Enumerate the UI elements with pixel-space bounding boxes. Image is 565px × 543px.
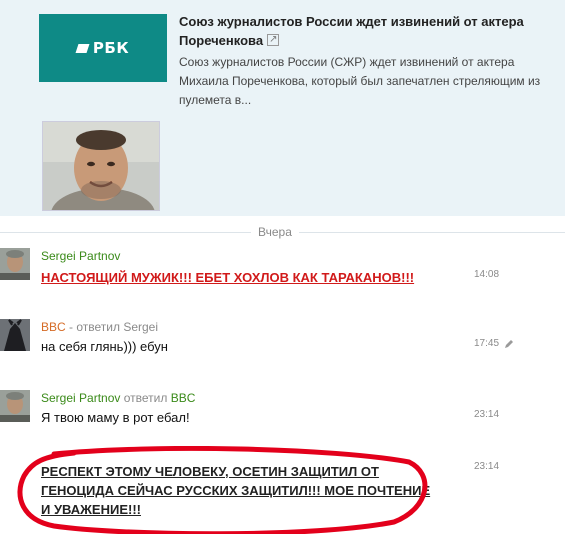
avatar-image [0, 248, 30, 280]
shared-link-card: РБК Союз журналистов России ждет извинен… [0, 0, 565, 216]
comment-time: 23:14 [474, 461, 500, 472]
avatar-image [0, 319, 30, 351]
comment-meta: BBC - ответил Sergei [41, 320, 158, 334]
avatar[interactable] [0, 248, 30, 280]
pencil-icon[interactable] [504, 339, 514, 349]
comment-text: на себя глянь))) ебун [41, 339, 168, 354]
author-link[interactable]: BBC [41, 320, 66, 334]
comment-meta: Sergei Partnov ответил BBC [41, 391, 195, 405]
avatar[interactable] [0, 319, 30, 351]
author-link[interactable]: Sergei Partnov [41, 391, 120, 405]
reply-prefix: - ответил [69, 320, 120, 334]
day-separator-label: Вчера [251, 225, 299, 239]
shared-link-description: Союз журналистов России (СЖР) ждет извин… [179, 55, 541, 107]
rbk-logo-text: РБК [92, 39, 130, 57]
avatar[interactable] [0, 390, 30, 422]
reply-prefix: ответил [123, 391, 168, 405]
author-link[interactable]: Sergei Partnov [41, 249, 120, 263]
reply-to-link[interactable]: BBC [171, 391, 196, 405]
comment-time: 17:45 [474, 338, 500, 349]
rbk-logo-mark [75, 43, 90, 53]
avatar-image [0, 390, 30, 422]
shared-link-title-text[interactable]: Союз журналистов России ждет извинений о… [179, 14, 524, 48]
comment-time: 23:14 [474, 409, 500, 420]
attached-photo[interactable] [42, 121, 160, 211]
comment-text: НАСТОЯЩИЙ МУЖИК!!! ЕБЕТ ХОХЛОВ КАК ТАРАК… [41, 270, 415, 285]
shared-link-title[interactable]: Союз журналистов России ждет извинений о… [179, 12, 549, 50]
comment-text: РЕСПЕКТ ЭТОМУ ЧЕЛОВЕКУ, ОСЕТИН ЗАЩИТИЛ О… [41, 464, 431, 517]
comment-time: 14:08 [474, 269, 500, 280]
reply-to-link[interactable]: Sergei [123, 320, 158, 334]
comment-meta: Sergei Partnov [41, 249, 120, 263]
comment-text: Я твою маму в рот ебал! [41, 410, 190, 425]
man-portrait-image [43, 122, 159, 210]
rbk-thumbnail[interactable]: РБК [39, 14, 167, 82]
external-link-icon[interactable] [267, 30, 280, 49]
rbk-logo: РБК [75, 39, 130, 57]
